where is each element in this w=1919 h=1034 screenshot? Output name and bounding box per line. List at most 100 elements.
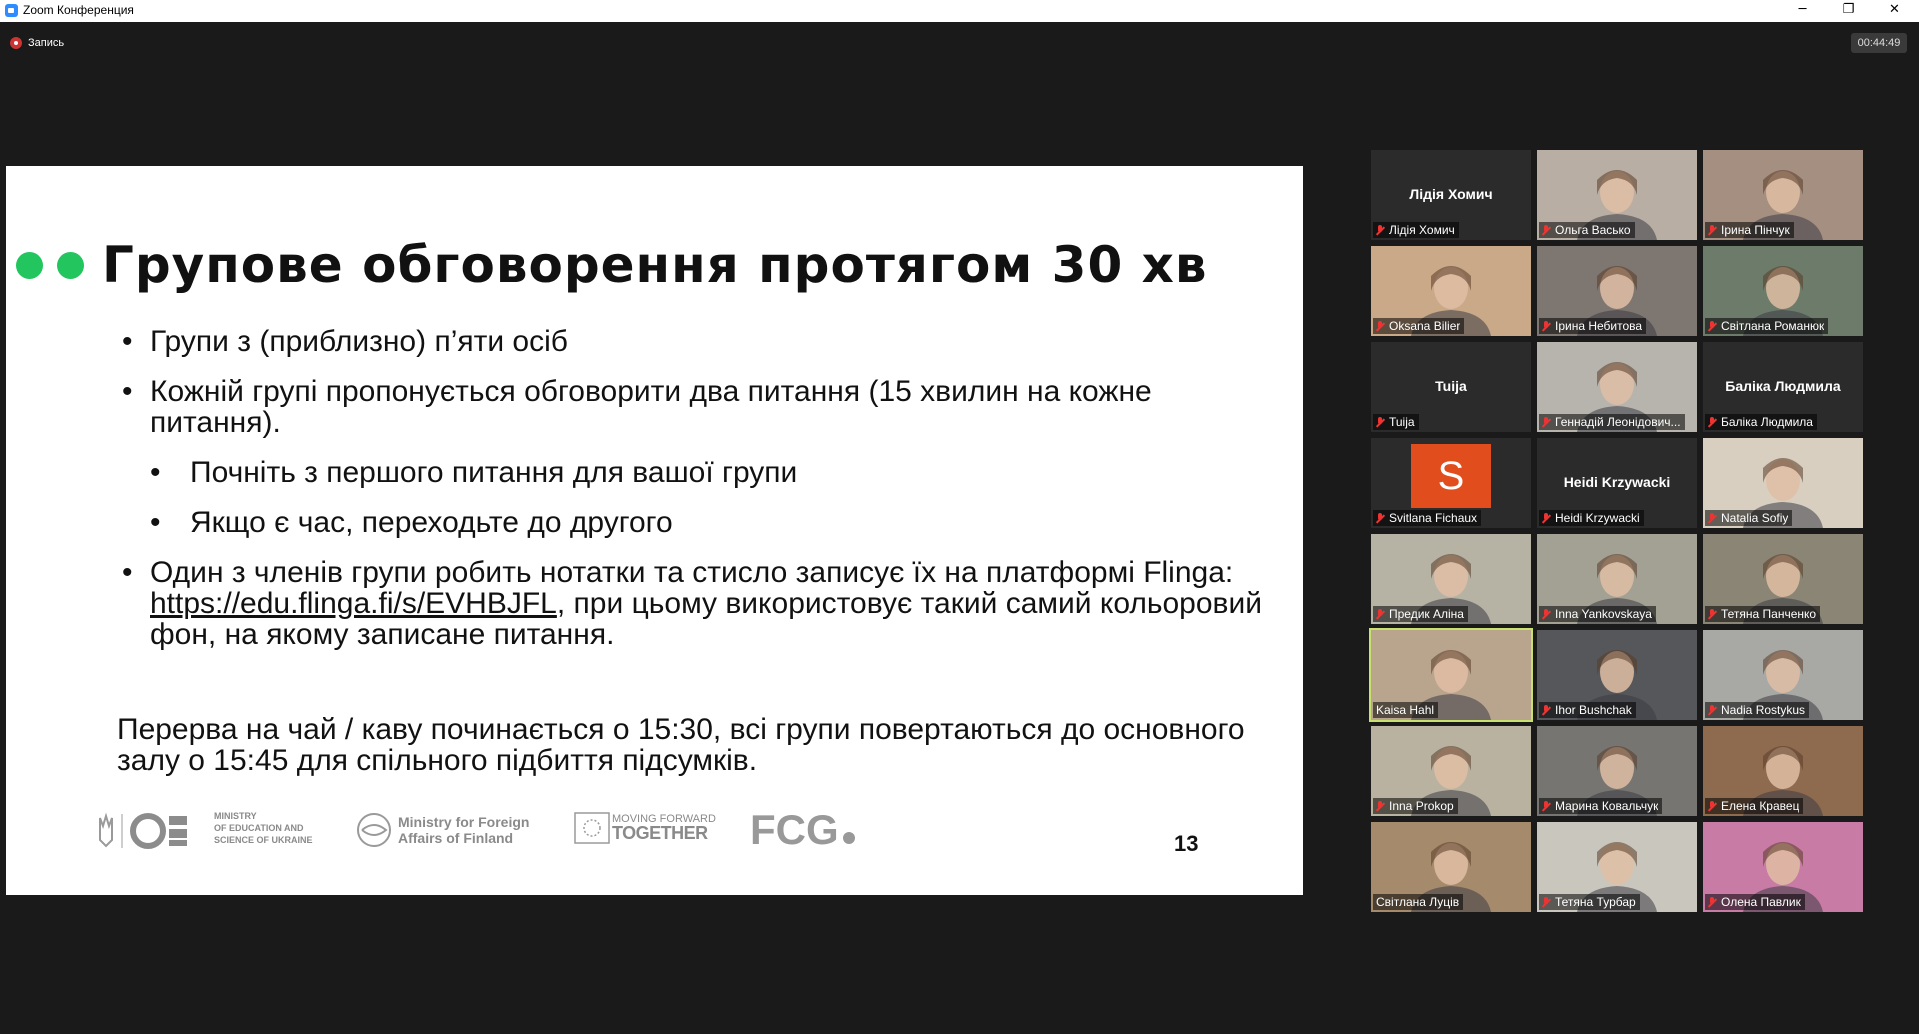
participant-tile[interactable]: Олена Павлик [1703,822,1863,912]
participant-tile[interactable]: Елена Кравец [1703,726,1863,816]
participant-tile[interactable]: S Svitlana Fichaux [1371,438,1531,528]
partner-logos: MINISTRY OF EDUCATION AND SCIENCE OF UKR… [94,804,1244,864]
participant-tile[interactable]: Ірина Небитова [1537,246,1697,336]
participant-name-label: Предик Аліна [1373,606,1468,622]
bullet-icon: • [122,556,133,589]
meeting-timer: 00:44:49 [1851,33,1907,53]
participant-tile[interactable]: Баліка Людмила Баліка Людмила [1703,342,1863,432]
fcg-dot-icon [842,832,855,844]
ministry-education-logo: MINISTRY OF EDUCATION AND SCIENCE OF UKR… [94,808,314,857]
participant-name: Heidi Krzywacki [1555,511,1640,525]
participant-tile[interactable]: Марина Ковальчук [1537,726,1697,816]
muted-mic-icon [1542,512,1550,524]
participant-name-label: Світлана Романюк [1705,318,1829,334]
participant-tile[interactable]: Світлана Романюк [1703,246,1863,336]
participant-name: Inna Yankovskaya [1555,607,1652,621]
participant-name: Тетяна Турбар [1555,895,1636,909]
participant-name: Баліка Людмила [1721,415,1813,429]
muted-mic-icon [1376,512,1384,524]
participant-avatar: S [1411,444,1491,508]
muted-mic-icon [1376,416,1384,428]
participant-tile[interactable]: Inna Prokop [1371,726,1531,816]
participant-name: Олена Павлик [1721,895,1801,909]
participant-name: Тетяна Панченко [1721,607,1817,621]
minimize-button[interactable]: ─ [1780,0,1825,22]
participant-name-label: Svitlana Fichaux [1373,510,1482,526]
participant-tile[interactable]: Nadia Rostykus [1703,630,1863,720]
close-button[interactable]: ✕ [1872,0,1917,22]
muted-mic-icon [1376,800,1384,812]
bullet-text: Групи з (приблизно) п’яти осіб [150,325,568,358]
logo-text: Ministry for Foreign [398,814,530,830]
participant-tile[interactable]: Oksana Bilier [1371,246,1531,336]
participant-tile[interactable]: Inna Yankovskaya [1537,534,1697,624]
participant-name: Natalia Sofiy [1721,511,1789,525]
bullet-text: Почніть з першого питання для вашої груп… [190,456,798,489]
ministry-foreign-affairs-logo: Ministry for Foreign Affairs of Finland [356,812,529,853]
bullet-item: • Один з членів групи робить нотатки та … [116,557,1286,650]
participant-name-label: Геннадій Леонідович... [1539,414,1685,430]
muted-mic-icon [1542,704,1550,716]
participant-tile[interactable]: Тетяна Панченко [1703,534,1863,624]
participant-tile[interactable]: Kaisa Hahl [1369,628,1533,722]
participant-tile[interactable]: Ihor Bushchak [1537,630,1697,720]
participant-tile[interactable]: Предик Аліна [1371,534,1531,624]
participant-name: Ірина Пінчук [1721,223,1790,237]
logo-text: SCIENCE OF UKRAINE [214,835,313,845]
record-icon [10,37,22,49]
flinga-link[interactable]: https://edu.flinga.fi/s/EVHBJFL [150,587,557,620]
bullet-icon: • [150,456,161,489]
bullet-icon: • [122,375,133,408]
participant-name: Svitlana Fichaux [1389,511,1478,525]
participant-tile[interactable]: Natalia Sofiy [1703,438,1863,528]
participant-name-label: Ірина Небитова [1539,318,1647,334]
participant-tile[interactable]: Світлана Луців [1371,822,1531,912]
participant-display-name: Tuija [1435,378,1467,394]
participant-tile[interactable]: Геннадій Леонідович... [1537,342,1697,432]
participant-name-label: Світлана Луців [1373,894,1464,910]
muted-mic-icon [1542,800,1550,812]
break-note: Перерва на чай / каву починається о 15:3… [117,713,1245,777]
muted-mic-icon [1376,608,1384,620]
logo-text: Affairs of Finland [398,830,514,846]
participant-name: Світлана Романюк [1721,319,1825,333]
participant-name: Nadia Rostykus [1721,703,1806,717]
window-title: Zoom Конференция [23,3,134,17]
bullet-item: • Групи з (приблизно) п’яти осіб [116,326,1286,357]
muted-mic-icon [1542,320,1550,332]
participant-name: Inna Prokop [1389,799,1454,813]
participant-tile[interactable]: Лідія Хомич Лідія Хомич [1371,150,1531,240]
participant-name-label: Nadia Rostykus [1705,702,1810,718]
participant-name-label: Natalia Sofiy [1705,510,1793,526]
participant-tile[interactable]: Heidi Krzywacki Heidi Krzywacki [1537,438,1697,528]
muted-mic-icon [1708,896,1716,908]
participant-name: Предик Аліна [1389,607,1464,621]
participant-name-label: Елена Кравец [1705,798,1804,814]
participant-name-label: Ольга Васько [1539,222,1635,238]
recording-indicator[interactable]: Запись [10,35,64,51]
eu-flag-icon [574,812,610,844]
participant-name-label: Ihor Bushchak [1539,702,1636,718]
participant-tile[interactable]: Ірина Пінчук [1703,150,1863,240]
participant-name: Tuija [1389,415,1415,429]
bullet-text: Один з членів групи робить нотатки та ст… [150,556,1234,589]
bullet-text: Кожній групі пропонується обговорити два… [150,375,1152,439]
participant-name-label: Inna Prokop [1373,798,1458,814]
zoom-app-icon [5,4,18,17]
muted-mic-icon [1542,416,1550,428]
shared-screen-slide: Групове обговорення протягом 30 хв • Гру… [6,166,1303,895]
participant-name: Геннадій Леонідович... [1555,415,1681,429]
participant-name: Лідія Хомич [1389,223,1455,237]
participant-name-label: Олена Павлик [1705,894,1805,910]
participant-tile[interactable]: Тетяна Турбар [1537,822,1697,912]
sub-bullet-item: • Якщо є час, переходьте до другого [116,507,1286,538]
moving-forward-logo: MOVING FORWARD TOGETHER [574,812,716,849]
restore-button[interactable]: ❐ [1826,0,1871,22]
muted-mic-icon [1708,320,1716,332]
participant-name-label: Ірина Пінчук [1705,222,1794,238]
participant-tile[interactable]: Tuija Tuija [1371,342,1531,432]
participant-name-label: Тетяна Турбар [1539,894,1640,910]
slide-bullets: • Групи з (приблизно) п’яти осіб • Кожні… [116,326,1286,669]
bullet-icon: • [122,325,133,358]
participant-tile[interactable]: Ольга Васько [1537,150,1697,240]
